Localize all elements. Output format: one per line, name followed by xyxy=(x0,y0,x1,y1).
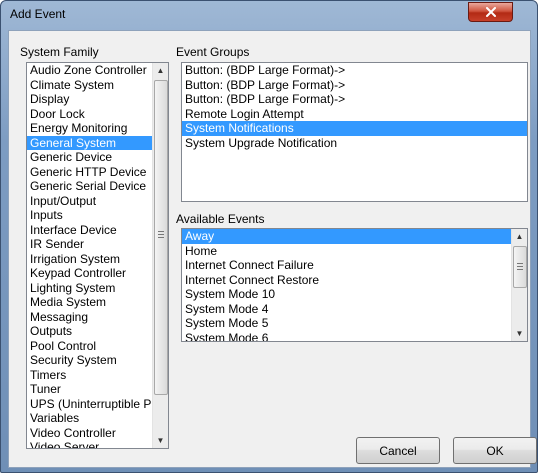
list-item[interactable]: System Upgrade Notification xyxy=(182,136,527,151)
scroll-thumb[interactable] xyxy=(513,246,527,288)
system-family-label: System Family xyxy=(20,45,99,59)
event-groups-list[interactable]: Button: (BDP Large Format)-> Button: (BDP… xyxy=(181,62,528,202)
list-item[interactable]: Timers xyxy=(27,368,168,383)
system-family-list[interactable]: Audio Zone Controller Climate System Displ… xyxy=(26,62,169,449)
list-item[interactable]: Input/Output xyxy=(27,194,168,209)
list-item[interactable]: Messaging xyxy=(27,310,168,325)
dialog-client-area: System Family Audio Zone Controller Clima… xyxy=(8,30,537,468)
list-item[interactable]: Video Server xyxy=(27,440,168,448)
title-bar[interactable]: Add Event xyxy=(1,1,537,27)
scroll-up-icon[interactable]: ▲ xyxy=(153,63,168,78)
available-events-scrollbar[interactable]: ▲ ▼ xyxy=(511,229,527,341)
list-item[interactable]: System Mode 4 xyxy=(182,302,527,317)
event-groups-items: Button: (BDP Large Format)-> Button: (BDP… xyxy=(182,63,527,150)
list-item[interactable]: Security System xyxy=(27,353,168,368)
system-family-items: Audio Zone Controller Climate System Displ… xyxy=(27,63,168,448)
list-item[interactable]: Interface Device xyxy=(27,223,168,238)
list-item[interactable]: Generic Serial Device xyxy=(27,179,168,194)
close-icon xyxy=(485,7,496,17)
list-item[interactable]: Button: (BDP Large Format)-> xyxy=(182,92,527,107)
list-item[interactable]: Lighting System xyxy=(27,281,168,296)
list-item[interactable]: Keypad Controller xyxy=(27,266,168,281)
list-item[interactable]: Generic HTTP Device xyxy=(27,165,168,180)
list-item[interactable]: Irrigation System xyxy=(27,252,168,267)
system-family-scrollbar[interactable]: ▲ ▼ xyxy=(152,63,168,448)
list-item[interactable]: System Mode 6 xyxy=(182,331,527,342)
scroll-down-icon[interactable]: ▼ xyxy=(512,326,527,341)
list-item[interactable]: Internet Connect Failure xyxy=(182,258,527,273)
event-groups-label: Event Groups xyxy=(176,45,250,59)
list-item[interactable]: Energy Monitoring xyxy=(27,121,168,136)
list-item[interactable]: Away xyxy=(182,229,527,244)
ok-button[interactable]: OK xyxy=(453,437,537,464)
list-item[interactable]: Display xyxy=(27,92,168,107)
list-item[interactable]: Internet Connect Restore xyxy=(182,273,527,288)
list-item[interactable]: General System xyxy=(27,135,168,150)
list-item[interactable]: UPS (Uninterruptible P xyxy=(27,397,168,412)
list-item[interactable]: Audio Zone Controller xyxy=(27,63,168,78)
list-item[interactable]: System Mode 10 xyxy=(182,287,527,302)
list-item[interactable]: Generic Device xyxy=(27,150,168,165)
cancel-button[interactable]: Cancel xyxy=(356,437,440,464)
scroll-thumb[interactable] xyxy=(154,80,168,395)
list-item[interactable]: Inputs xyxy=(27,208,168,223)
list-item[interactable]: IR Sender xyxy=(27,237,168,252)
list-item[interactable]: System Notifications xyxy=(182,121,527,136)
list-item[interactable]: Button: (BDP Large Format)-> xyxy=(182,63,527,78)
close-button[interactable] xyxy=(468,2,513,22)
list-item[interactable]: Pool Control xyxy=(27,339,168,354)
list-item[interactable]: Climate System xyxy=(27,78,168,93)
available-events-items: Away Home Internet Connect Failure Internet… xyxy=(182,229,527,342)
list-item[interactable]: Door Lock xyxy=(27,107,168,122)
list-item[interactable]: Remote Login Attempt xyxy=(182,107,527,122)
scroll-up-icon[interactable]: ▲ xyxy=(512,229,527,244)
window-title: Add Event xyxy=(10,7,66,21)
scroll-down-icon[interactable]: ▼ xyxy=(153,433,168,448)
list-item[interactable]: System Mode 5 xyxy=(182,316,527,331)
available-events-label: Available Events xyxy=(176,212,265,226)
list-item[interactable]: Variables xyxy=(27,411,168,426)
list-item[interactable]: Tuner xyxy=(27,382,168,397)
list-item[interactable]: Outputs xyxy=(27,324,168,339)
add-event-dialog: Add Event System Family Audio Zone Contr… xyxy=(0,0,538,473)
list-item[interactable]: Video Controller xyxy=(27,426,168,441)
list-item[interactable]: Home xyxy=(182,244,527,259)
list-item[interactable]: Button: (BDP Large Format)-> xyxy=(182,78,527,93)
available-events-list[interactable]: Away Home Internet Connect Failure Internet… xyxy=(181,228,528,342)
list-item[interactable]: Media System xyxy=(27,295,168,310)
